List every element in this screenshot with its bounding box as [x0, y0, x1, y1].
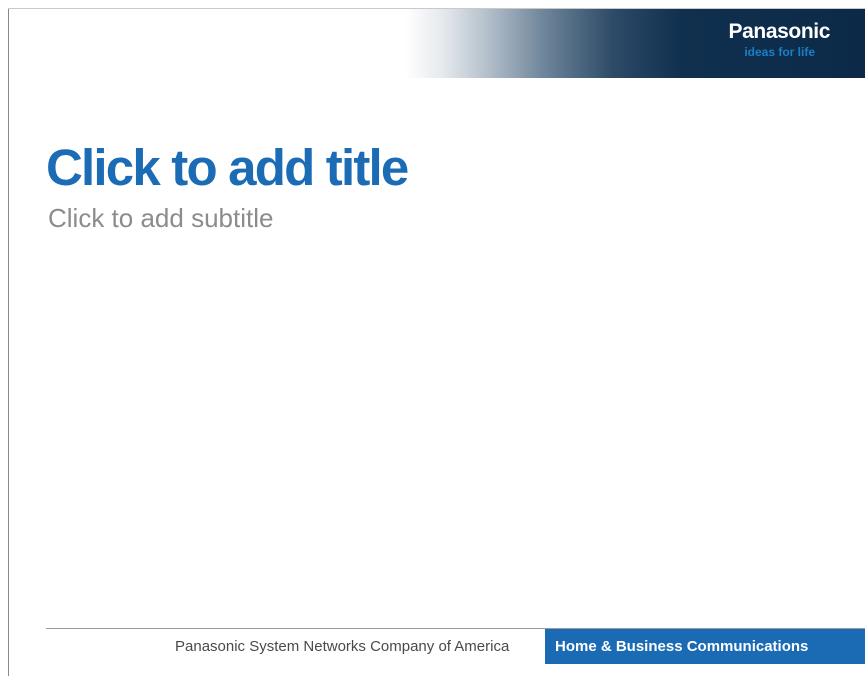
- slide-left-border: [8, 8, 9, 676]
- footer-division-band: Home & Business Communications: [545, 629, 865, 664]
- header-brand-band: Panasonic ideas for life: [405, 9, 865, 78]
- subtitle-placeholder[interactable]: Click to add subtitle: [48, 205, 273, 231]
- footer-division-label: Home & Business Communications: [555, 638, 809, 655]
- panasonic-logo: Panasonic: [728, 20, 831, 43]
- slide-canvas: Panasonic ideas for life Click to add ti…: [0, 0, 865, 676]
- brand-tagline: ideas for life: [744, 45, 815, 59]
- footer-company-name: Panasonic System Networks Company of Ame…: [175, 638, 510, 655]
- title-placeholder[interactable]: Click to add title: [46, 142, 409, 193]
